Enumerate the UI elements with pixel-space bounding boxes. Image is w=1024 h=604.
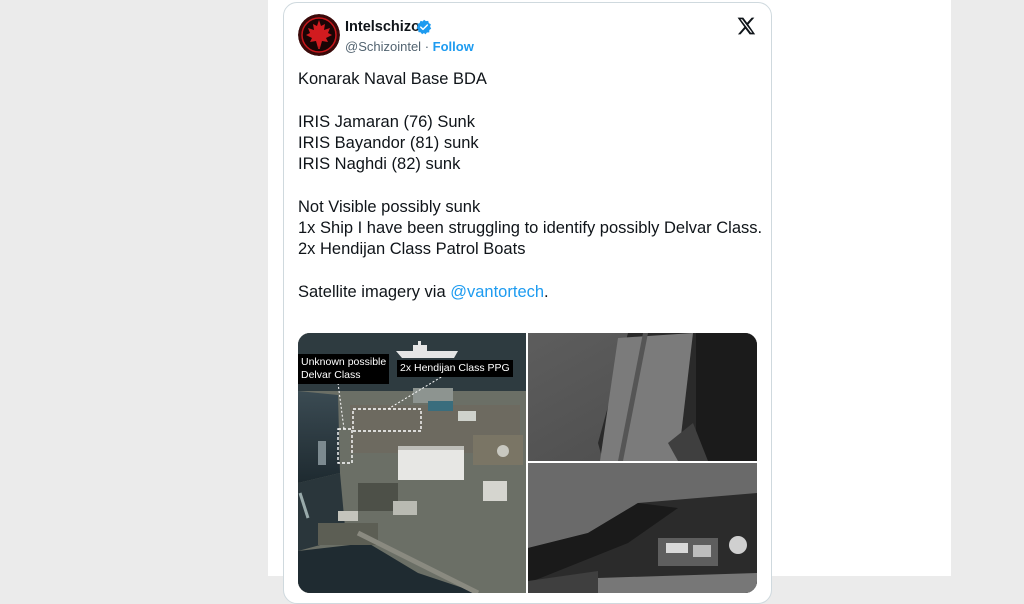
follow-button[interactable]: Follow [433, 39, 474, 54]
x-logo-icon[interactable] [736, 16, 756, 36]
handle-row: @Schizointel · Follow [345, 39, 474, 54]
tweet-line-title: Konarak Naval Base BDA [298, 70, 487, 88]
author-handle[interactable]: @Schizointel [345, 39, 421, 54]
tweet-line-patrol-boats: 2x Hendijan Class Patrol Boats [298, 240, 526, 259]
separator-dot: · [424, 39, 430, 54]
tweet-line-credit: Satellite imagery via @vantortech. [298, 282, 549, 301]
label-hendijan: 2x Hendijan Class PPG [397, 360, 513, 377]
verified-badge-icon [416, 19, 432, 35]
satellite-image-top-right[interactable] [528, 333, 757, 461]
avatar[interactable] [298, 14, 340, 56]
tweet-line-ship3: IRIS Naghdi (82) sunk [298, 155, 461, 174]
tweet-line-ship1: IRIS Jamaran (76) Sunk [298, 112, 475, 131]
media-grid: Unknown possible Delvar Class 2x Hendija… [298, 333, 757, 593]
maple-leaf-logo-icon [298, 14, 340, 56]
satellite-image-bottom-right[interactable] [528, 463, 757, 593]
label-unknown-ship: Unknown possible Delvar Class [298, 354, 390, 384]
tweet-line-unknown-ship: 1x Ship I have been struggling to identi… [298, 219, 763, 238]
author-name[interactable]: Intelschizo [345, 19, 420, 35]
mention-link[interactable]: @vantortech [450, 283, 544, 301]
tweet-text: Konarak Naval Base BDA IRIS Jamaran (76)… [298, 69, 763, 303]
tweet-line-ship2: IRIS Bayandor (81) sunk [298, 133, 479, 152]
tweet-card: Intelschizo @Schizointel · Follow Konara… [283, 2, 772, 604]
tweet-line-not-visible: Not Visible possibly sunk [298, 197, 481, 216]
